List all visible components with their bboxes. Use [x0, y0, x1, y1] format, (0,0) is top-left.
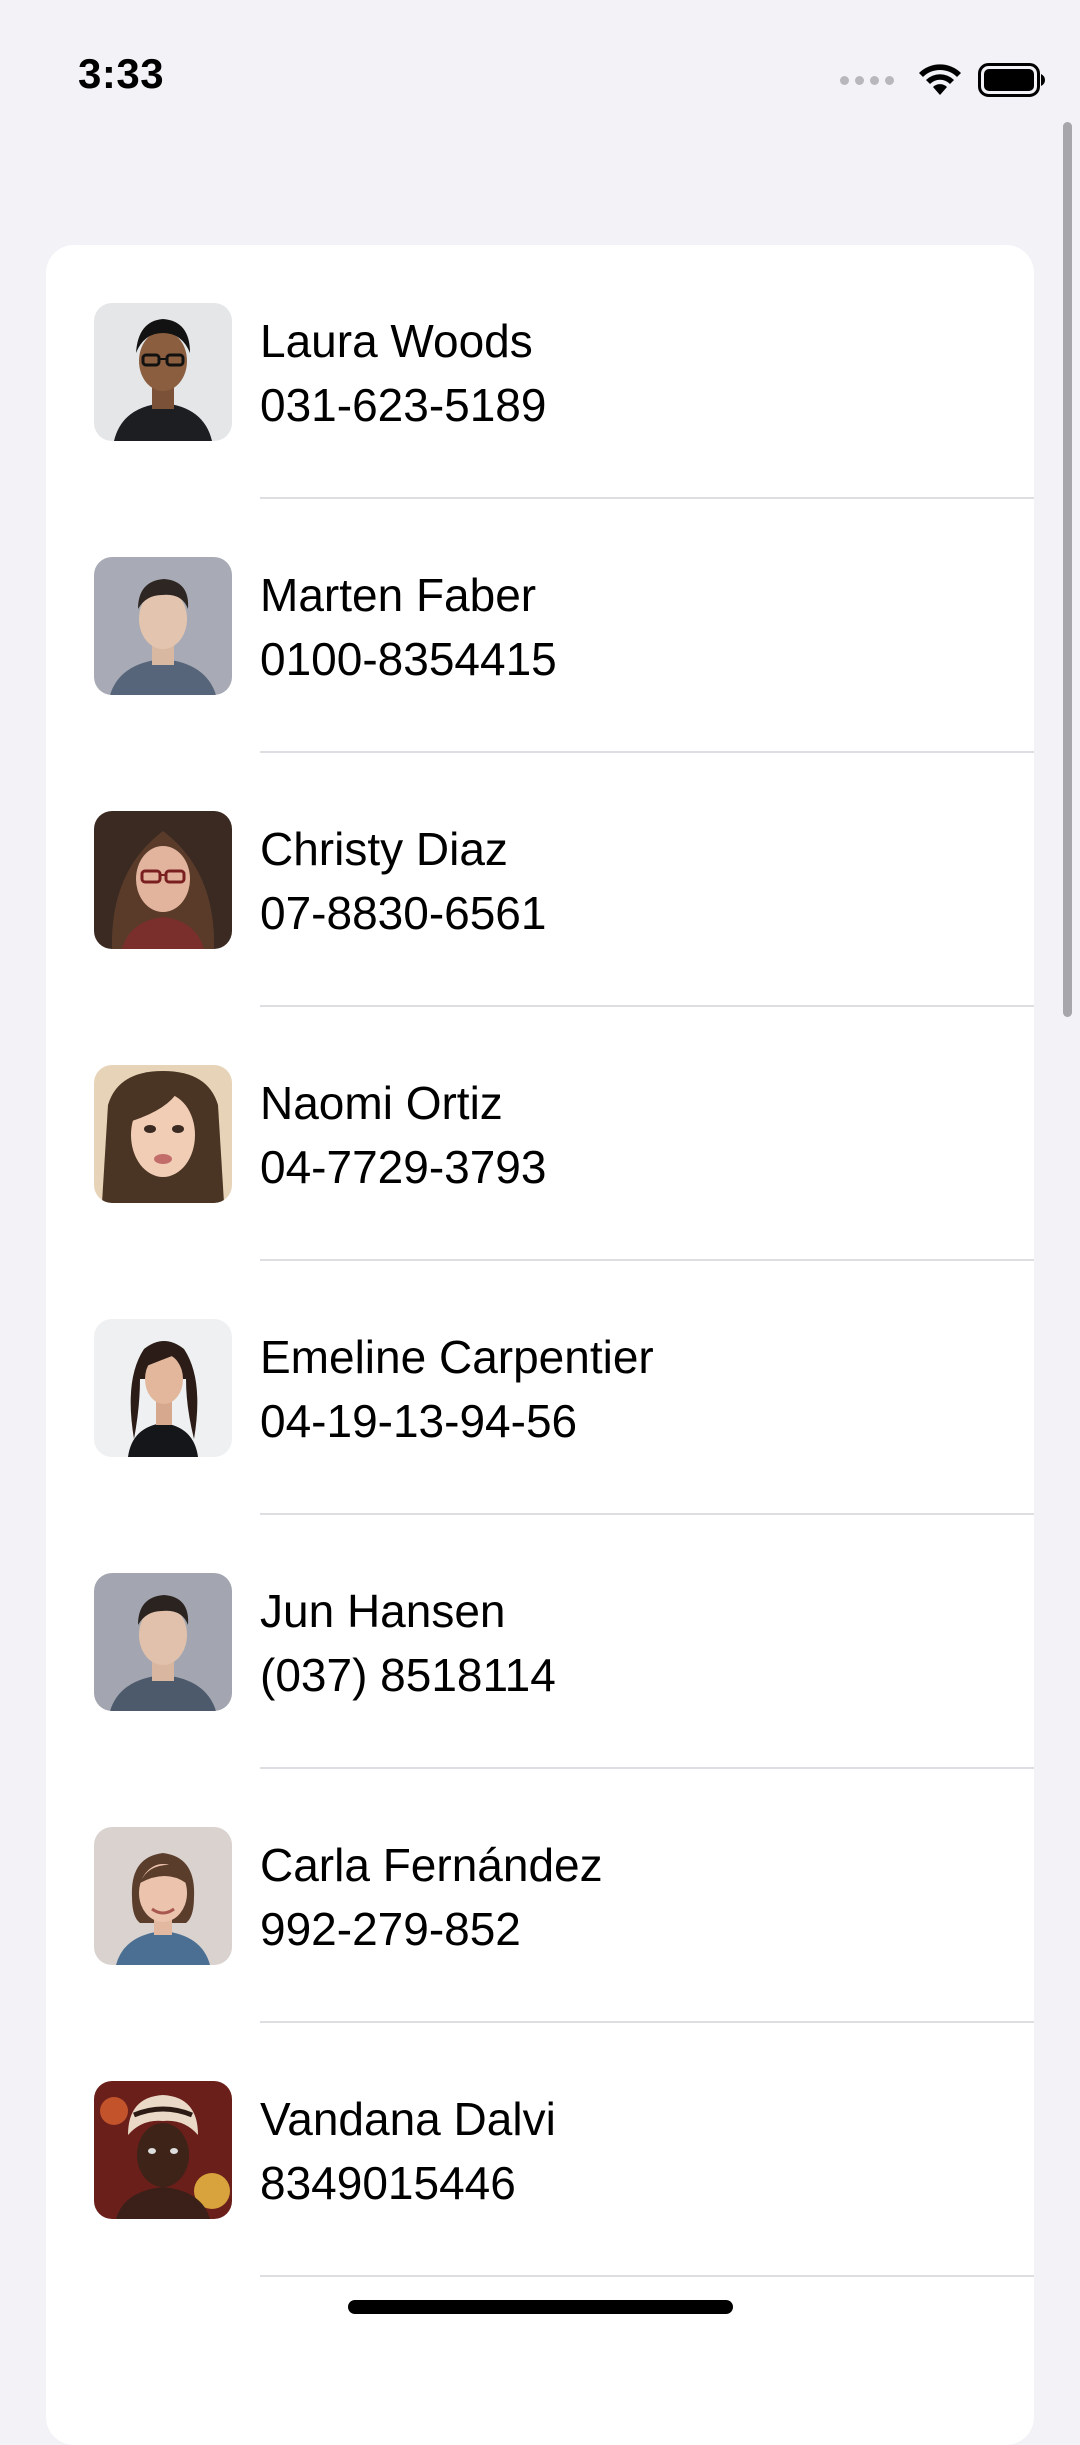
contact-phone: 031-623-5189	[260, 379, 547, 431]
contact-phone: 04-7729-3793	[260, 1141, 547, 1193]
contact-row[interactable]: Vandana Dalvi 8349015446	[46, 2023, 1034, 2277]
home-indicator[interactable]	[348, 2300, 733, 2314]
contact-name: Vandana Dalvi	[260, 2093, 556, 2145]
contact-row[interactable]: Naomi Ortiz 04-7729-3793	[46, 1007, 1034, 1261]
scroll-indicator[interactable]	[1063, 122, 1072, 1017]
avatar	[94, 1827, 232, 1965]
contact-phone: 992-279-852	[260, 1903, 521, 1955]
contact-phone: (037) 8518114	[260, 1649, 556, 1701]
avatar	[94, 1573, 232, 1711]
contact-name: Christy Diaz	[260, 823, 508, 875]
contact-phone: 07-8830-6561	[260, 887, 547, 939]
contact-row[interactable]: Marten Faber 0100-8354415	[46, 499, 1034, 753]
contact-name: Carla Fernández	[260, 1839, 603, 1891]
contact-name: Jun Hansen	[260, 1585, 506, 1637]
contact-row[interactable]: Carla Fernández 992-279-852	[46, 1769, 1034, 2023]
contact-name: Naomi Ortiz	[260, 1077, 503, 1129]
contact-row[interactable]: Christy Diaz 07-8830-6561	[46, 753, 1034, 1007]
contact-name: Marten Faber	[260, 569, 537, 621]
contact-phone: 04-19-13-94-56	[260, 1395, 578, 1447]
contact-row[interactable]: Emeline Carpentier 04-19-13-94-56	[46, 1261, 1034, 1515]
avatar	[94, 303, 232, 441]
avatar	[94, 1319, 232, 1457]
contact-name: Emeline Carpentier	[260, 1331, 654, 1383]
wifi-icon	[919, 64, 961, 95]
contact-row[interactable]: Laura Woods 031-623-5189	[46, 245, 1034, 499]
avatar	[94, 2081, 232, 2219]
cellular-signal-icon	[840, 75, 894, 85]
avatar	[94, 811, 232, 949]
contact-name: Laura Woods	[260, 315, 533, 367]
contact-phone: 8349015446	[260, 2157, 516, 2209]
contact-row[interactable]: Jun Hansen (037) 8518114	[46, 1515, 1034, 1769]
contact-phone: 0100-8354415	[260, 633, 557, 685]
avatar	[94, 557, 232, 695]
status-icons	[840, 60, 1046, 100]
contacts-list: Laura Woods 031-623-5189 Marten Faber 01…	[46, 245, 1034, 2445]
row-separator	[260, 2275, 1034, 2277]
battery-icon	[978, 63, 1045, 97]
status-time: 3:33	[78, 50, 165, 97]
status-bar: 3:33	[0, 0, 1080, 150]
avatar	[94, 1065, 232, 1203]
